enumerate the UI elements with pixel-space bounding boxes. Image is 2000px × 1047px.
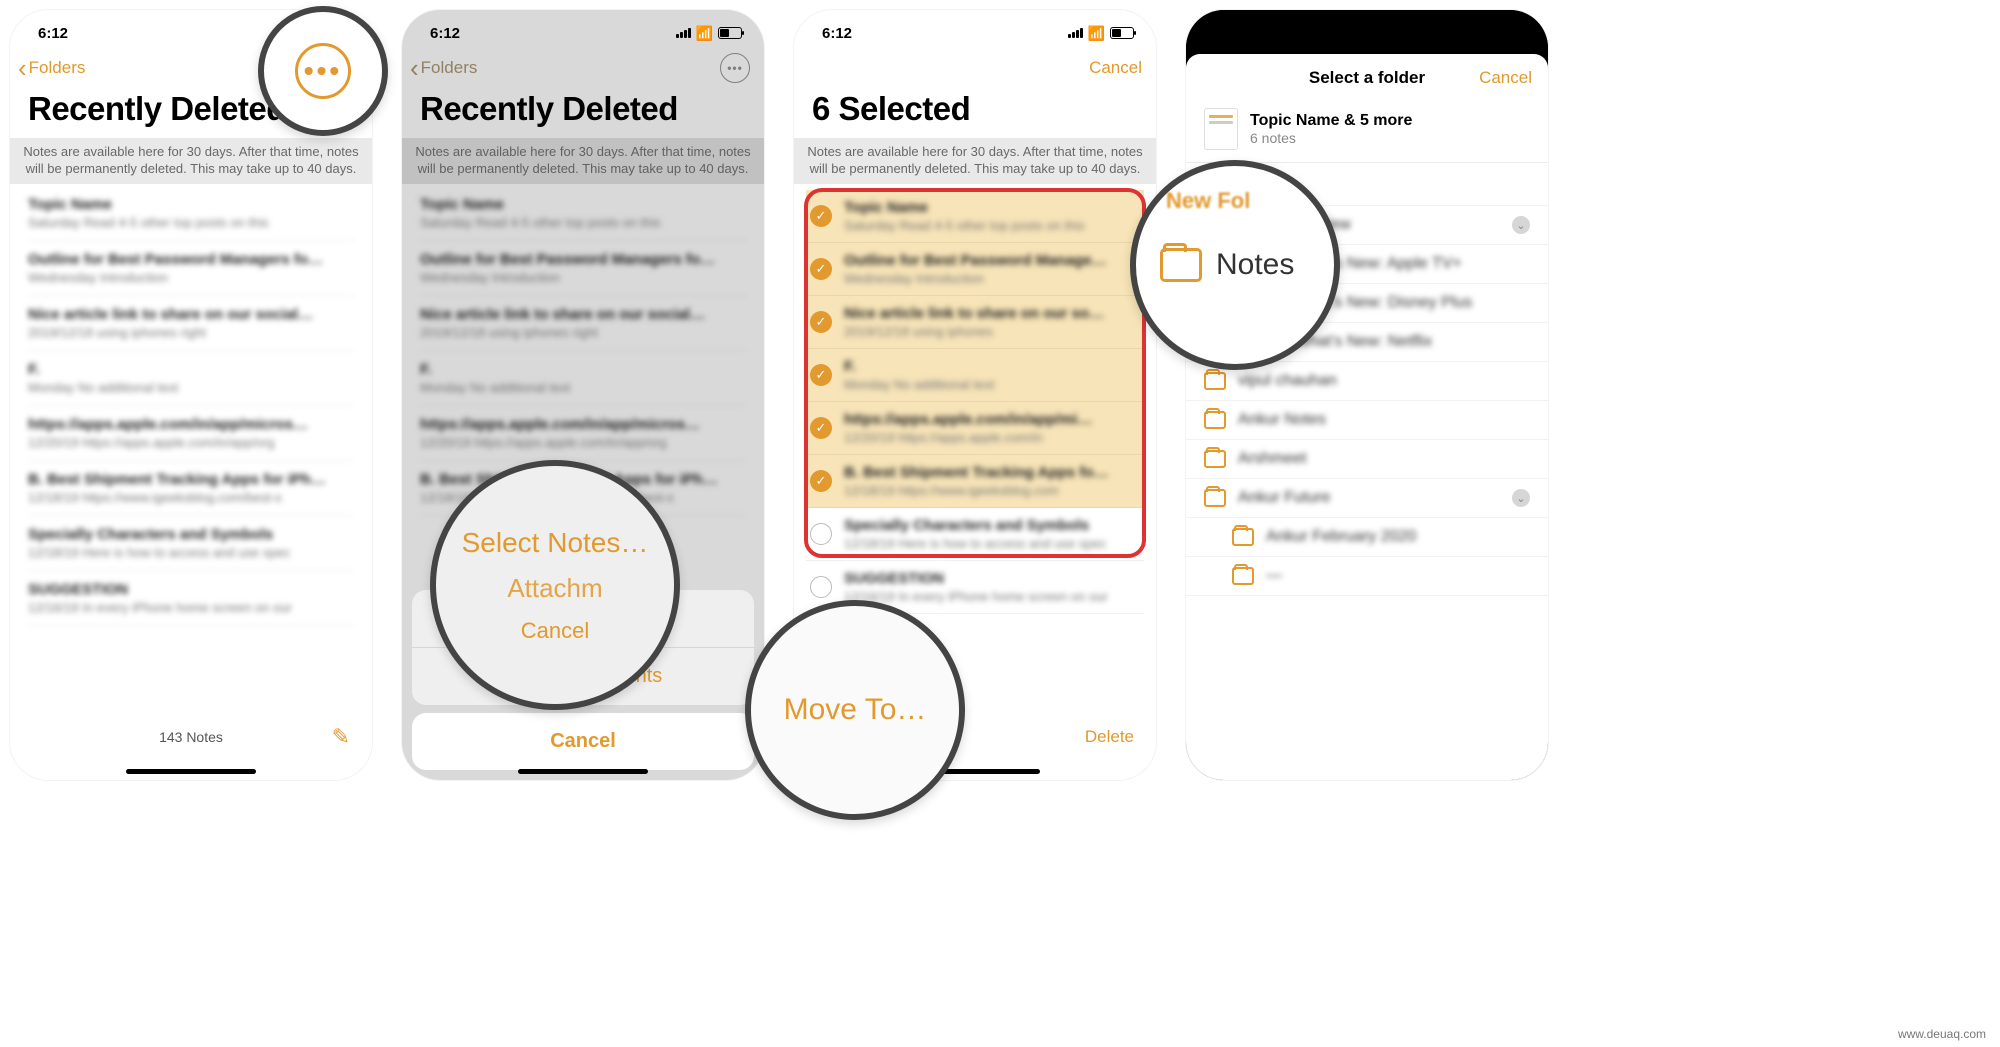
cellular-icon	[676, 28, 691, 38]
folder-icon	[1204, 411, 1226, 429]
selectable-note-row[interactable]: ✓ Outline for Best Password Manage…Wedne…	[806, 243, 1144, 296]
wifi-icon: 📶	[1088, 25, 1105, 42]
modal-summary: Topic Name & 5 more 6 notes	[1186, 102, 1548, 163]
selectable-note-row[interactable]: ✓ Nice article link to share on our so…2…	[806, 296, 1144, 349]
status-bar: 6:12 📶	[794, 10, 1156, 48]
summary-subtitle: 6 notes	[1250, 130, 1412, 146]
summary-title: Topic Name & 5 more	[1250, 112, 1412, 130]
selectable-note-row[interactable]: ✓ B. Best Shipment Tracking Apps fo…12/1…	[806, 455, 1144, 508]
folder-row[interactable]: Ankur Future ⌄	[1186, 479, 1548, 518]
status-bar: 6:12 📶	[402, 10, 764, 48]
folder-row[interactable]: Ankur Notes	[1186, 401, 1548, 440]
note-row[interactable]: Nice article link to share on our social…	[28, 296, 354, 351]
clock: 6:12	[38, 25, 68, 42]
folder-icon	[1204, 450, 1226, 468]
delete-button[interactable]: Delete	[1085, 727, 1134, 747]
modal-cancel-button[interactable]: Cancel	[1479, 68, 1532, 88]
battery-icon	[1110, 27, 1134, 39]
chevron-left-icon: ‹	[18, 55, 27, 81]
page-title: 6 Selected	[794, 90, 1156, 138]
note-row[interactable]: https://apps.apple.com/in/app/micros…12/…	[28, 406, 354, 461]
callout-select-notes: Select Notes… Attachm Cancel	[430, 460, 680, 710]
note-row[interactable]: B. Best Shipment Tracking Apps for iPh…1…	[28, 461, 354, 516]
sheet-cancel-button[interactable]: Cancel	[412, 713, 754, 770]
note-row[interactable]: F.Monday No additional text	[420, 351, 746, 406]
back-folders-button[interactable]: ‹ Folders	[18, 55, 85, 81]
retention-banner: Notes are available here for 30 days. Af…	[10, 138, 372, 184]
selectable-note-row[interactable]: ✓ https://apps.apple.com/in/app/mi…12/20…	[806, 402, 1144, 455]
checkbox-icon[interactable]: ✓	[810, 311, 832, 333]
screen-4-select-folder: 6:12 📶 Select a folder Cancel Topic Name…	[1186, 10, 1548, 780]
clock: 6:12	[430, 25, 460, 42]
status-icons: 📶	[1068, 25, 1134, 42]
note-row[interactable]: Nice article link to share on our social…	[420, 296, 746, 351]
folder-icon	[1232, 528, 1254, 546]
folder-row[interactable]: Arshmeet	[1186, 440, 1548, 479]
chevron-down-icon[interactable]: ⌄	[1512, 489, 1530, 507]
folder-icon	[1204, 372, 1226, 390]
compose-icon[interactable]: ✎	[332, 724, 350, 750]
modal-title: Select a folder	[1309, 68, 1425, 88]
notes-list: Topic NameSaturday Read 4-5 other top po…	[10, 184, 372, 628]
note-row[interactable]: Topic NameSaturday Read 4-5 other top po…	[420, 186, 746, 241]
checkbox-icon[interactable]: ✓	[810, 417, 832, 439]
note-row[interactable]: https://apps.apple.com/in/app/micros…12/…	[420, 406, 746, 461]
folder-row[interactable]: —	[1186, 557, 1548, 596]
cellular-icon	[1068, 28, 1083, 38]
battery-icon	[718, 27, 742, 39]
checkbox-icon[interactable]	[810, 576, 832, 598]
selectable-note-row[interactable]: ✓ Topic NameSaturday Read 4-5 other top …	[806, 190, 1144, 243]
note-row[interactable]: Topic NameSaturday Read 4-5 other top po…	[28, 186, 354, 241]
chevron-left-icon: ‹	[410, 55, 419, 81]
checkbox-icon[interactable]: ✓	[810, 364, 832, 386]
checkbox-icon[interactable]: ✓	[810, 258, 832, 280]
page-title: Recently Deleted	[402, 90, 764, 138]
back-folders-button: ‹ Folders	[410, 55, 477, 81]
retention-banner: Notes are available here for 30 days. Af…	[794, 138, 1156, 184]
note-row[interactable]: Outline for Best Password Managers fo…We…	[28, 241, 354, 296]
cancel-selection-button[interactable]: Cancel	[1089, 58, 1142, 78]
callout-notes-folder: New Fol Notes	[1130, 160, 1340, 370]
folder-row[interactable]: Ankur February 2020	[1186, 518, 1548, 557]
more-options-button: •••	[720, 53, 750, 83]
selectable-note-row[interactable]: ✓ F.Monday No additional text	[806, 349, 1144, 402]
checkbox-icon[interactable]: ✓	[810, 470, 832, 492]
folder-icon	[1204, 489, 1226, 507]
wifi-icon: 📶	[696, 25, 713, 42]
note-row[interactable]: SUGGESTION12/16/19 In every iPhone home …	[28, 571, 354, 626]
note-row[interactable]: Specially Characters and Symbols12/18/19…	[28, 516, 354, 571]
checkbox-icon[interactable]: ✓	[810, 205, 832, 227]
chevron-down-icon[interactable]: ⌄	[1512, 216, 1530, 234]
checkbox-icon[interactable]	[810, 523, 832, 545]
retention-banner: Notes are available here for 30 days. Af…	[402, 138, 764, 184]
ellipsis-icon: •••	[295, 43, 351, 99]
selectable-note-row[interactable]: Specially Characters and Symbols12/18/19…	[806, 508, 1144, 561]
callout-more-button: •••	[258, 6, 388, 136]
folder-icon	[1232, 567, 1254, 585]
note-row[interactable]: F.Monday No additional text	[28, 351, 354, 406]
modal-header: Select a folder Cancel	[1186, 54, 1548, 102]
notes-count: 143 Notes	[159, 729, 223, 745]
folder-icon	[1160, 248, 1202, 282]
selection-list: ✓ Topic NameSaturday Read 4-5 other top …	[794, 184, 1156, 620]
clock: 6:12	[822, 25, 852, 42]
status-icons: 📶	[676, 25, 742, 42]
watermark: www.deuaq.com	[1898, 1027, 1986, 1041]
home-indicator	[126, 769, 256, 774]
note-thumbnail-icon	[1204, 108, 1238, 150]
callout-move-to: Move To…	[745, 600, 965, 820]
home-indicator	[518, 769, 648, 774]
note-row[interactable]: Outline for Best Password Managers fo…We…	[420, 241, 746, 296]
